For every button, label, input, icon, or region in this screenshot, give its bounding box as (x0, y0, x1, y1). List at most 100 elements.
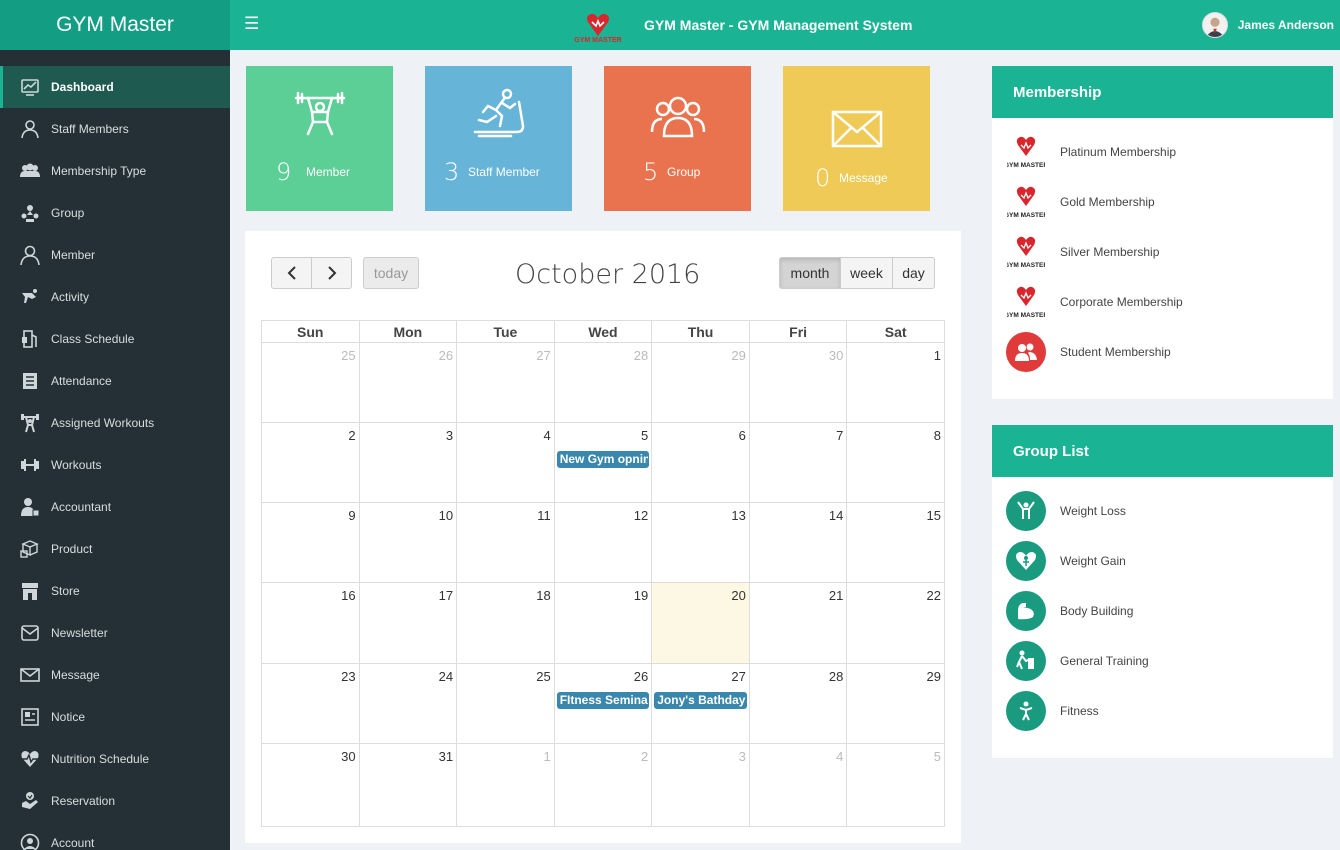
group-item[interactable]: Weight Loss (1006, 490, 1126, 532)
sidebar-item-dashboard[interactable]: Dashboard (0, 66, 230, 108)
calendar-day[interactable]: 6 (651, 422, 750, 504)
system-title: GYM Master - GYM Management System (644, 17, 913, 33)
view-week-button[interactable]: week (840, 257, 893, 289)
sidebar-item-assigned-workouts[interactable]: Assigned Workouts (0, 402, 230, 444)
calendar-day[interactable]: 23 (261, 662, 360, 744)
sidebar-item-newsletter[interactable]: Newsletter (0, 612, 230, 654)
user-menu[interactable]: James Anderson (1201, 12, 1334, 38)
calendar-event[interactable]: New Gym opning (556, 451, 650, 469)
group-item[interactable]: Weight Gain (1006, 540, 1126, 582)
membership-item[interactable]: Student Membership (1006, 331, 1171, 373)
sidebar-item-workouts[interactable]: Workouts (0, 444, 230, 486)
calendar-day[interactable]: 30 (261, 742, 360, 828)
sidebar-item-reservation[interactable]: Reservation (0, 780, 230, 822)
calendar-day[interactable]: 26 (358, 341, 458, 424)
sidebar-item-accountant[interactable]: Accountant (0, 486, 230, 528)
sidebar-item-nutrition-schedule[interactable]: Nutrition Schedule (0, 738, 230, 780)
calendar-day[interactable]: 15 (846, 502, 945, 584)
sidebar-item-label: Membership Type (51, 164, 147, 178)
sidebar-item-account[interactable]: Account (0, 822, 230, 850)
membership-item[interactable]: GYM MASTER Corporate Membership (1006, 281, 1183, 323)
next-month-button[interactable] (311, 257, 352, 289)
calendar-day[interactable]: 4 (456, 422, 555, 504)
calendar-day[interactable]: 21 (748, 582, 848, 664)
calendar-day[interactable]: 5 New Gym opning (553, 422, 653, 504)
sidebar-item-member[interactable]: Member (0, 234, 230, 276)
group-list-title: Group List (992, 425, 1333, 477)
group-count-tile[interactable]: 5 Group (604, 66, 751, 211)
prev-month-button[interactable] (271, 257, 312, 289)
sidebar-item-staff-members[interactable]: Staff Members (0, 108, 230, 150)
membership-item[interactable]: GYM MASTER Silver Membership (1006, 231, 1159, 273)
calendar-day[interactable]: 17 (358, 582, 458, 664)
sidebar-item-attendance[interactable]: Attendance (0, 360, 230, 402)
day-number: 24 (438, 668, 454, 684)
calendar-day[interactable]: 19 (553, 582, 653, 664)
calendar-day[interactable]: 10 (358, 502, 458, 584)
message-count-tile[interactable]: 0 Message (783, 66, 930, 211)
calendar-day[interactable]: 27 Jony's Bathday (651, 662, 750, 744)
sidebar-item-message[interactable]: Message (0, 654, 230, 696)
calendar-title: October 2016 (515, 259, 701, 290)
calendar-day[interactable]: 14 (748, 502, 848, 584)
calendar-day[interactable]: 30 (748, 341, 848, 424)
sidebar-item-label: Activity (51, 290, 90, 304)
activity-icon (22, 289, 37, 303)
avatar[interactable] (1201, 12, 1228, 38)
calendar-day[interactable]: 12 (553, 502, 653, 584)
calendar-event[interactable]: FItness Seminar (556, 691, 650, 709)
sidebar-item-membership-type[interactable]: Membership Type (0, 150, 230, 192)
calendar-day[interactable]: 1 (846, 341, 945, 424)
group-count: 5 (643, 158, 659, 186)
calendar-day[interactable]: 25 (261, 341, 360, 424)
calendar-day[interactable]: 3 (358, 422, 458, 504)
calendar-day[interactable]: 3 (651, 742, 750, 828)
sidebar-item-label: Reservation (51, 794, 116, 808)
calendar-day[interactable]: 24 (358, 662, 458, 744)
calendar-day[interactable]: 1 (456, 742, 555, 828)
membership-item[interactable]: GYM MASTER Gold Membership (1006, 181, 1155, 223)
calendar-day[interactable]: 29 (846, 662, 945, 744)
calendar-day[interactable]: 5 (846, 742, 945, 828)
calendar-day[interactable]: 2 (261, 422, 360, 504)
menu-toggle-icon[interactable]: ☰ (244, 15, 259, 33)
calendar-day[interactable]: 11 (456, 502, 555, 584)
calendar-day[interactable]: 7 (748, 422, 848, 504)
calendar-day[interactable]: 31 (358, 742, 458, 828)
calendar-day[interactable]: 27 (456, 341, 555, 424)
calendar-day[interactable]: 9 (261, 502, 360, 584)
sidebar-item-class-schedule[interactable]: Class Schedule (0, 318, 230, 360)
dashboard-icon (21, 79, 39, 96)
sidebar-item-label: Group (51, 206, 85, 220)
group-item[interactable]: Body Building (1006, 590, 1133, 632)
sidebar-item-product[interactable]: Product (0, 528, 230, 570)
calendar-event[interactable]: Jony's Bathday (654, 691, 747, 709)
calendar-day[interactable]: 22 (846, 582, 945, 664)
group-item[interactable]: General Training (1006, 640, 1149, 682)
calendar-day[interactable]: 25 (456, 662, 555, 744)
calendar-day[interactable]: 8 (846, 422, 945, 504)
view-month-button[interactable]: month (779, 257, 841, 289)
calendar-day[interactable]: 28 (553, 341, 653, 424)
sidebar-item-store[interactable]: Store (0, 570, 230, 612)
calendar-day[interactable]: 28 (748, 662, 848, 744)
calendar-day[interactable]: 13 (651, 502, 750, 584)
calendar-day[interactable]: 16 (261, 582, 360, 664)
calendar-day[interactable]: 26 FItness Seminar (553, 662, 653, 744)
calendar-day-today[interactable]: 20 (651, 582, 750, 664)
membership-item[interactable]: GYM MASTER Platinum Membership (1006, 131, 1176, 173)
weekday-header: Sat (846, 320, 945, 343)
sidebar-item-notice[interactable]: Notice (0, 696, 230, 738)
group-item[interactable]: Fitness (1006, 690, 1099, 732)
member-count-tile[interactable]: 9 Member (246, 66, 393, 211)
view-day-button[interactable]: day (892, 257, 935, 289)
brand-title[interactable]: GYM Master (0, 0, 230, 50)
sidebar-item-group[interactable]: Group (0, 192, 230, 234)
calendar-day[interactable]: 18 (456, 582, 555, 664)
calendar-day[interactable]: 29 (651, 341, 750, 424)
calendar-day[interactable]: 2 (553, 742, 653, 828)
sidebar-item-activity[interactable]: Activity (0, 276, 230, 318)
staff-count-tile[interactable]: 3 Staff Member (425, 66, 572, 211)
calendar-day[interactable]: 4 (748, 742, 848, 828)
today-button[interactable]: today (363, 257, 419, 289)
